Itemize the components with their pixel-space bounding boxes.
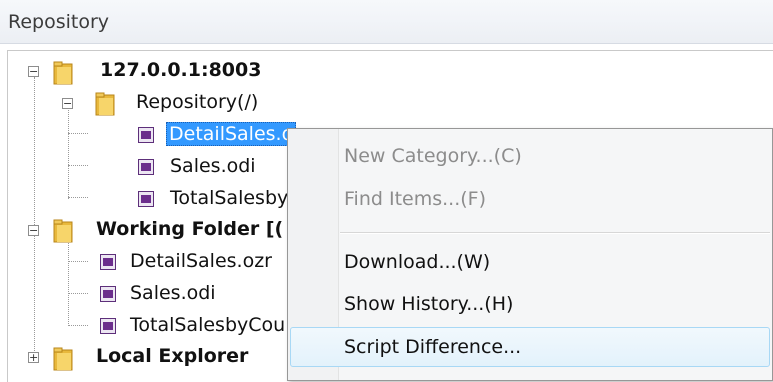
tree-node-file[interactable]: DetailSales.o (8, 121, 328, 151)
report-file-icon (138, 191, 154, 207)
collapse-toggle[interactable]: − (28, 225, 39, 236)
report-file-icon (100, 254, 116, 270)
collapse-toggle[interactable]: − (28, 66, 39, 77)
menu-item-show-history[interactable]: Show History...(H) (344, 293, 513, 315)
tree-node-local-explorer[interactable]: + Local Explorer (8, 343, 328, 373)
repository-label[interactable]: Repository(/) (136, 91, 258, 113)
report-file-icon (100, 286, 116, 302)
tree-node-working-folder[interactable]: − Working Folder [( (8, 215, 328, 245)
tree-node-repository[interactable]: − Repository(/) (8, 89, 328, 119)
context-menu: New Category...(C) Find Items...(F) Down… (287, 128, 773, 381)
menu-item-download[interactable]: Download...(W) (344, 251, 490, 273)
file-label[interactable]: TotalSalesbyCou (130, 314, 285, 336)
file-label[interactable]: TotalSalesby (170, 187, 288, 209)
report-file-icon (138, 127, 154, 143)
file-label[interactable]: Sales.odi (170, 155, 256, 177)
file-label-selected[interactable]: DetailSales.o (166, 122, 297, 146)
tree-node-file[interactable]: Sales.odi (8, 153, 328, 183)
report-file-icon (138, 159, 154, 175)
report-file-icon (100, 318, 116, 334)
menu-item-new-category[interactable]: New Category...(C) (344, 145, 522, 167)
tree-node-file[interactable]: Sales.odi (8, 281, 288, 311)
repository-panel-header: Repository (0, 0, 773, 44)
panel-title: Repository (8, 11, 110, 33)
tree-node-file[interactable]: TotalSalesbyCou (8, 313, 288, 343)
file-label[interactable]: DetailSales.ozr (130, 250, 272, 272)
file-label[interactable]: Sales.odi (130, 282, 216, 304)
expand-toggle[interactable]: + (28, 352, 39, 363)
collapse-toggle[interactable]: − (62, 98, 73, 109)
folder-icon (95, 92, 115, 116)
folder-icon (53, 347, 73, 371)
menu-separator (340, 232, 770, 234)
tree-node-file[interactable]: TotalSalesby (8, 185, 328, 215)
server-label[interactable]: 127.0.0.1:8003 (100, 59, 261, 81)
local-explorer-label[interactable]: Local Explorer (96, 345, 248, 367)
folder-icon (53, 61, 73, 85)
working-folder-label[interactable]: Working Folder [( (96, 218, 283, 240)
folder-icon (53, 219, 73, 243)
menu-item-script-difference[interactable]: Script Difference... (344, 336, 521, 358)
tree-node-server[interactable]: − 127.0.0.1:8003 (8, 57, 328, 87)
menu-item-find-items[interactable]: Find Items...(F) (344, 188, 486, 210)
tree-node-file[interactable]: DetailSales.ozr (8, 249, 288, 279)
